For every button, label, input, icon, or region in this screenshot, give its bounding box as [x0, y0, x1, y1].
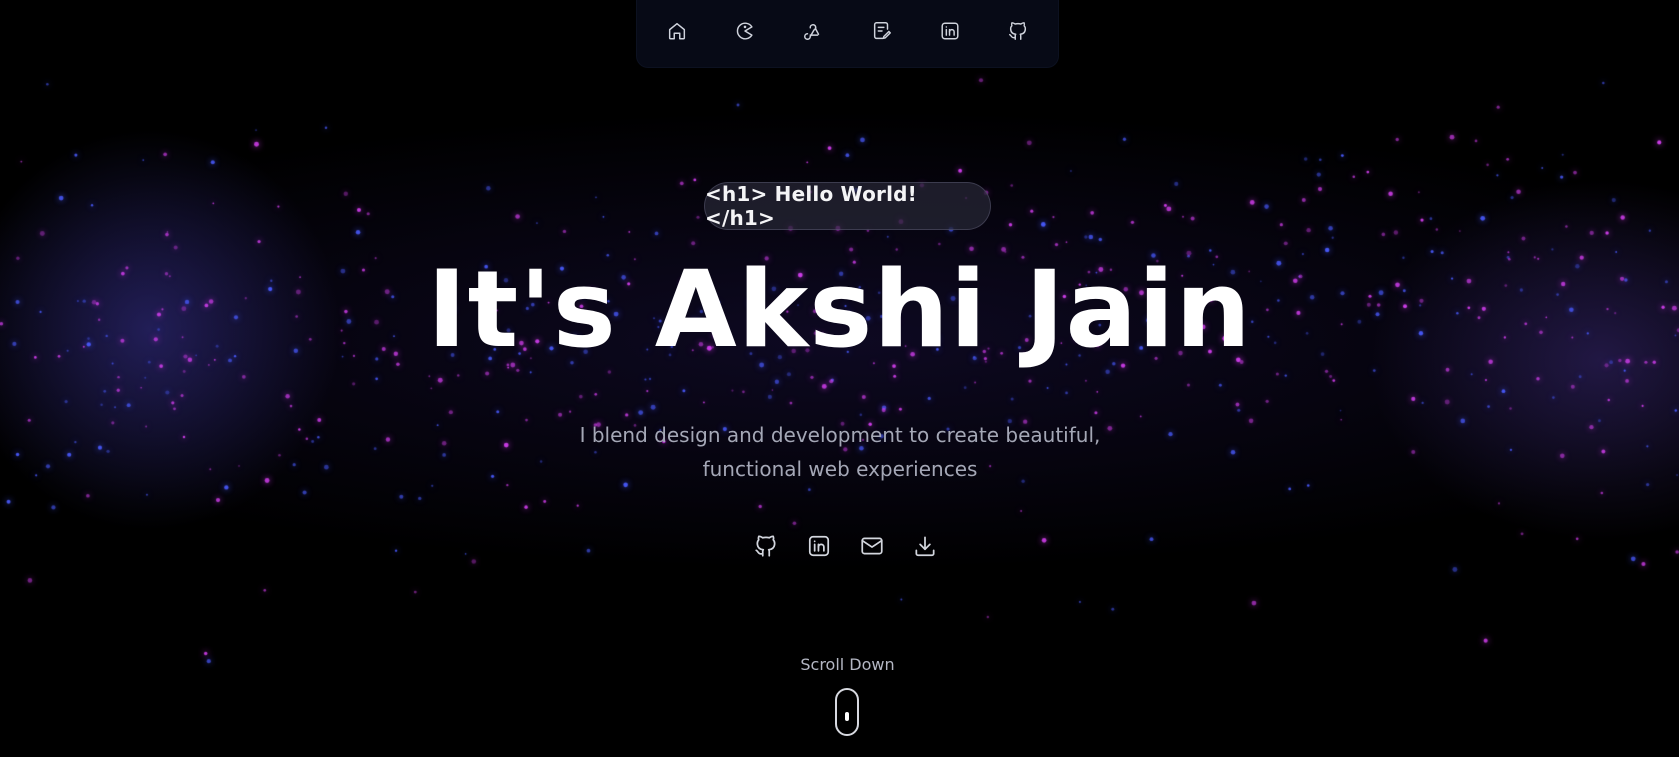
hello-world-badge: <h1> Hello World! </h1>	[704, 182, 991, 230]
social-mail-link[interactable]	[854, 528, 890, 564]
hero-page: <h1> Hello World! </h1> It's Akshi Jain …	[0, 0, 1679, 757]
linkedin-icon	[808, 535, 830, 557]
download-icon	[915, 536, 935, 557]
nav-linkedin-button[interactable]	[930, 11, 970, 51]
pacman-icon	[736, 22, 753, 39]
scroll-down-label: Scroll Down	[800, 655, 895, 674]
nav-github-button[interactable]	[998, 11, 1038, 51]
nav-blog-button[interactable]	[862, 11, 902, 51]
scroll-mouse-icon[interactable]	[835, 688, 859, 736]
social-github-link[interactable]	[748, 528, 784, 564]
nav-about-button[interactable]	[725, 11, 765, 51]
hero-title: It's Akshi Jain	[427, 248, 1252, 371]
top-navbar	[636, 0, 1059, 68]
linkedin-icon	[941, 21, 959, 40]
nav-home-button[interactable]	[657, 11, 697, 51]
nav-projects-button[interactable]	[793, 11, 833, 51]
edit-notes-icon	[873, 21, 891, 39]
scroll-wheel-dot	[845, 712, 849, 721]
particle-background	[0, 0, 1679, 757]
hero-subtitle: I blend design and development to create…	[579, 423, 1101, 481]
github-icon	[1008, 21, 1027, 40]
social-linkedin-link[interactable]	[801, 528, 837, 564]
home-icon	[668, 22, 686, 40]
social-links	[748, 528, 943, 564]
webhook-icon	[804, 23, 820, 40]
mail-icon	[861, 537, 883, 555]
download-resume-button[interactable]	[907, 528, 943, 564]
github-icon	[755, 535, 776, 557]
